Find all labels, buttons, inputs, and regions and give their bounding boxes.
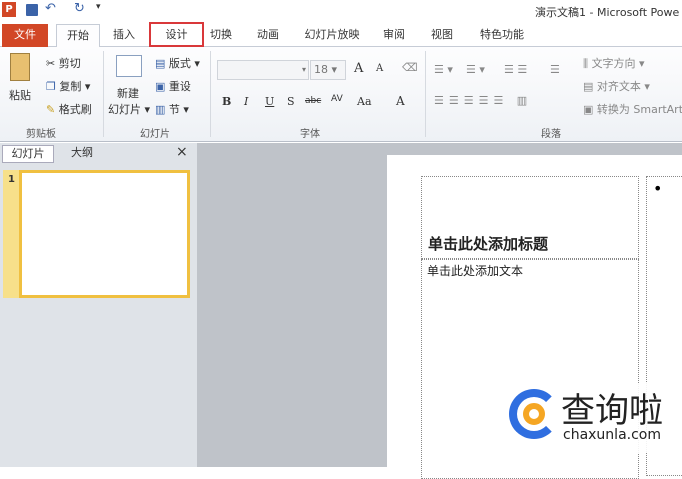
clear-format-icon[interactable]: ⌫: [402, 61, 418, 74]
char-spacing-button[interactable]: AV: [331, 94, 343, 104]
divider: [103, 51, 104, 137]
align-icons[interactable]: ☰☰☰☰☰ ▥: [434, 94, 532, 107]
group-label-clipboard: 剪贴板: [26, 129, 56, 140]
watermark-logo-dot: [523, 403, 545, 425]
reset-button[interactable]: ▣ 重设: [155, 78, 191, 94]
align-text-label: 对齐文本: [596, 80, 641, 93]
slides-pane: 幻灯片 大纲 × 1: [0, 143, 197, 467]
font-color-button[interactable]: A: [396, 94, 405, 108]
new-slide-dropdown[interactable]: 幻灯片 ▾: [108, 101, 150, 117]
watermark-url: chaxunla.com: [563, 427, 661, 443]
title-placeholder[interactable]: 单击此处添加标题: [421, 176, 639, 259]
tab-insert[interactable]: 插入: [104, 24, 144, 47]
title-bar: P ↶ ↻ ▾ 演示文稿1 - Microsoft Powe: [0, 0, 682, 20]
shrink-font-button[interactable]: A: [376, 63, 383, 74]
tab-home[interactable]: 开始: [56, 24, 100, 47]
font-size-value: 18: [314, 63, 328, 76]
layout-label: 版式: [168, 57, 191, 70]
text-direction-label: 文字方向: [591, 57, 636, 70]
change-case-button[interactable]: Aa: [357, 95, 372, 108]
save-icon[interactable]: [26, 4, 38, 16]
redo-icon[interactable]: ↻: [74, 1, 85, 16]
ribbon: 粘贴 ✂ 剪切 ❐ 复制 ▾ ✎ 格式刷 剪贴板 新建 幻灯片 ▾ ▤ 版式 ▾…: [0, 47, 682, 142]
customize-qat-icon[interactable]: ▾: [96, 2, 101, 12]
tab-file[interactable]: 文件: [2, 24, 48, 47]
body-placeholder-text: 单击此处添加文本: [427, 264, 524, 278]
tab-slides[interactable]: 幻灯片: [2, 145, 54, 163]
line-spacing-icon[interactable]: ☰: [550, 63, 560, 76]
tab-review[interactable]: 审阅: [376, 24, 412, 47]
scissors-icon: ✂: [46, 57, 59, 70]
smartart-button[interactable]: ▣ 转换为 SmartArt: [583, 101, 682, 117]
bullet: •: [653, 179, 663, 198]
reset-label: 重设: [168, 80, 191, 93]
grow-font-button[interactable]: A: [354, 61, 363, 76]
title-placeholder-text: 单击此处添加标题: [428, 235, 549, 253]
tab-outline[interactable]: 大纲: [57, 145, 107, 163]
undo-icon[interactable]: ↶: [45, 1, 56, 16]
tab-view[interactable]: 视图: [424, 24, 460, 47]
reset-icon: ▣: [155, 80, 169, 93]
cut-button[interactable]: ✂ 剪切: [46, 55, 81, 71]
font-size-select[interactable]: 18 ▾: [310, 60, 346, 80]
align-text-button[interactable]: ▤ 对齐文本 ▾: [583, 78, 650, 94]
bold-button[interactable]: B: [222, 95, 231, 108]
text-direction-button[interactable]: ⫼ 文字方向 ▾: [583, 55, 645, 71]
copy-label: 复制: [59, 80, 82, 93]
new-slide-icon: [116, 55, 142, 77]
paste-icon: [10, 53, 30, 81]
tab-animations[interactable]: 动画: [250, 24, 286, 47]
slide-thumb-selection: [3, 170, 19, 298]
cut-label: 剪切: [58, 57, 81, 70]
ribbon-tabs: 文件 开始 插入 设计 切换 动画 幻灯片放映 审阅 视图 特色功能: [0, 20, 682, 47]
format-painter-button[interactable]: ✎ 格式刷: [46, 101, 92, 117]
tab-transitions[interactable]: 切换: [204, 24, 238, 47]
section-icon: ▥: [155, 103, 169, 116]
window-title: 演示文稿1 - Microsoft Powe: [535, 6, 680, 19]
shadow-button[interactable]: S: [287, 95, 295, 108]
strikethrough-button[interactable]: abc: [305, 96, 321, 106]
layout-icon: ▤: [155, 57, 169, 70]
divider: [210, 51, 211, 137]
numbering-icon[interactable]: ☰ ▾: [466, 63, 485, 76]
watermark: 查询啦 chaxunla.com: [505, 383, 677, 453]
slide-thumbnail[interactable]: [19, 170, 190, 298]
italic-button[interactable]: I: [244, 95, 248, 108]
section-label: 节: [168, 103, 180, 116]
tab-features[interactable]: 特色功能: [472, 24, 532, 47]
close-pane-icon[interactable]: ×: [176, 144, 188, 160]
group-label-font: 字体: [300, 129, 320, 140]
new-slide-button[interactable]: 新建: [117, 85, 139, 101]
underline-button[interactable]: U: [265, 95, 274, 108]
slide-number: 1: [8, 174, 15, 185]
font-name-select[interactable]: ▾: [217, 60, 309, 80]
layout-button[interactable]: ▤ 版式 ▾: [155, 55, 200, 71]
copy-button[interactable]: ❐ 复制 ▾: [46, 78, 90, 94]
tab-slideshow[interactable]: 幻灯片放映: [298, 24, 366, 47]
format-painter-label: 格式刷: [58, 103, 92, 116]
indent-icons[interactable]: ☰ ☰: [504, 63, 527, 76]
watermark-name: 查询啦: [561, 391, 663, 431]
paste-button[interactable]: 粘贴: [9, 87, 31, 103]
group-label-slides: 幻灯片: [140, 129, 170, 140]
brush-icon: ✎: [46, 103, 59, 116]
tab-design[interactable]: 设计: [149, 22, 204, 47]
bullets-icon[interactable]: ☰ ▾: [434, 63, 453, 76]
powerpoint-logo-icon: P: [2, 2, 16, 17]
group-label-paragraph: 段落: [541, 129, 561, 140]
divider: [425, 51, 426, 137]
copy-icon: ❐: [46, 80, 60, 93]
new-slide-label: 幻灯片: [108, 103, 141, 116]
smartart-label: 转换为 SmartArt: [596, 103, 682, 116]
section-button[interactable]: ▥ 节 ▾: [155, 101, 189, 117]
